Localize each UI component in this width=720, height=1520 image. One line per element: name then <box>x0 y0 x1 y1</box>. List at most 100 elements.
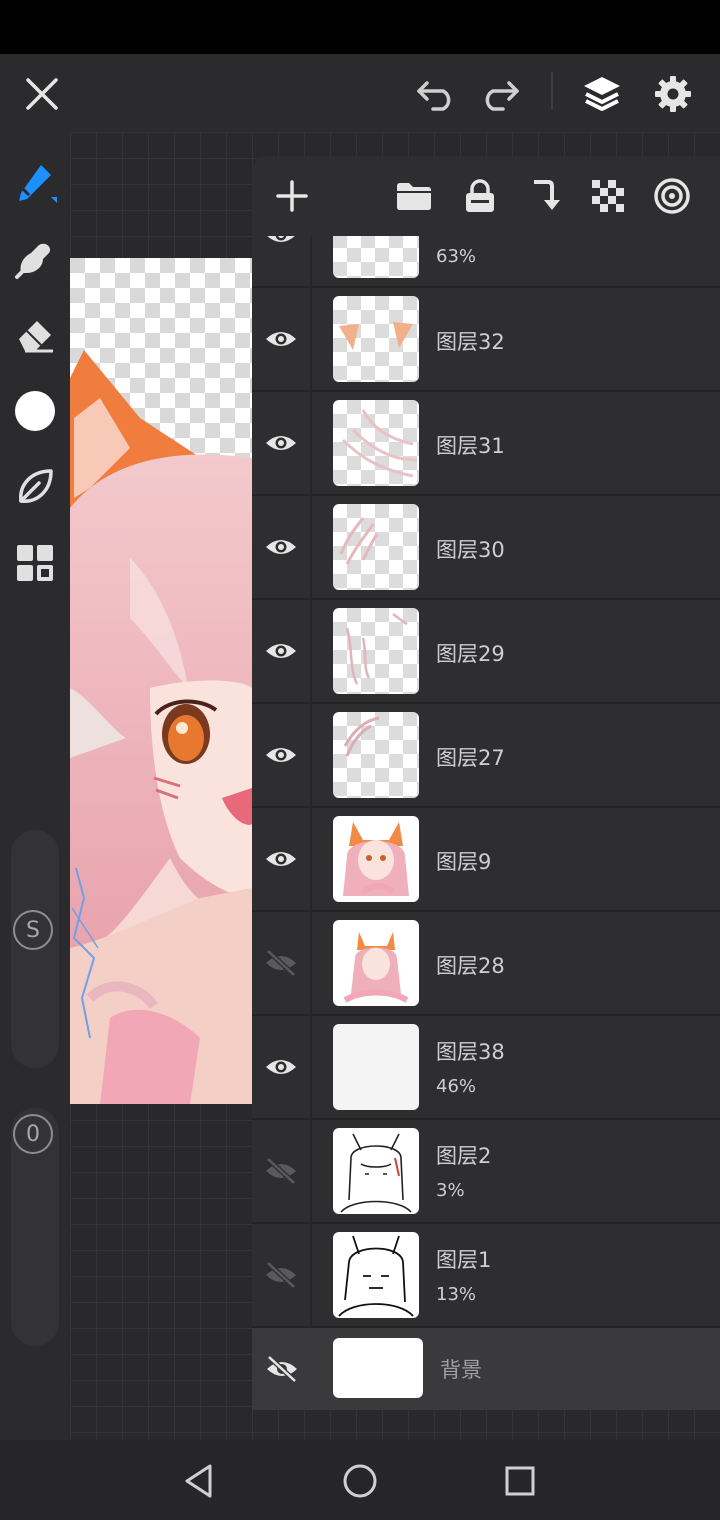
layer-row[interactable]: 图层2 3% <box>252 1120 720 1224</box>
layer-row[interactable]: 图层38 46% <box>252 1016 720 1120</box>
layer-row[interactable]: 图层30 <box>252 496 720 600</box>
eraser-tool[interactable] <box>10 310 60 360</box>
eye-icon <box>266 540 296 554</box>
eye-icon <box>266 852 296 866</box>
visibility-toggle[interactable] <box>252 1120 312 1222</box>
layers-icon <box>584 77 620 111</box>
layer-thumbnail <box>333 1024 419 1110</box>
layer-name: 背景 <box>440 1358 482 1382</box>
redo-button[interactable] <box>474 68 526 120</box>
undo-icon <box>417 81 451 111</box>
top-bar <box>0 54 720 132</box>
recents-icon <box>505 1466 535 1496</box>
layer-row[interactable]: 图层27 <box>252 704 720 808</box>
layer-row[interactable]: 63% <box>252 236 720 288</box>
liquify-tool[interactable] <box>10 462 60 512</box>
artwork-illustration <box>70 258 252 1104</box>
layer-list[interactable]: 63% 图层32 图层31 图层30 图层29 图层27 图层9 图层28 图层… <box>252 236 720 1410</box>
grid-icon <box>17 545 53 581</box>
checkerboard-icon <box>592 180 624 212</box>
close-button[interactable] <box>16 68 68 120</box>
visibility-toggle[interactable] <box>252 236 312 286</box>
layer-name: 图层29 <box>436 642 505 666</box>
smudge-tool[interactable] <box>10 234 60 284</box>
visibility-toggle[interactable] <box>252 496 312 598</box>
undo-button[interactable] <box>410 68 462 120</box>
visibility-toggle[interactable] <box>252 1328 312 1410</box>
eye-hidden-icon <box>266 949 296 977</box>
leaf-icon <box>19 469 53 503</box>
tool-sidebar: S 0 <box>0 132 70 1440</box>
visibility-toggle[interactable] <box>252 1224 312 1326</box>
brush-tool[interactable] <box>10 156 60 206</box>
color-swatch <box>15 391 55 431</box>
eraser-icon <box>19 321 53 353</box>
layer-name: 图层32 <box>436 330 505 354</box>
layer-thumbnail <box>333 920 419 1006</box>
new-folder-button[interactable] <box>388 170 440 222</box>
layer-row[interactable]: 图层1 13% <box>252 1224 720 1328</box>
visibility-toggle[interactable] <box>252 288 312 390</box>
color-picker[interactable] <box>10 386 60 436</box>
layer-row[interactable]: 图层29 <box>252 600 720 704</box>
layer-thumbnail <box>333 608 419 694</box>
layers-button[interactable] <box>576 68 628 120</box>
add-layer-button[interactable] <box>266 170 318 222</box>
blend-mode-button[interactable] <box>646 170 698 222</box>
visibility-toggle[interactable] <box>252 912 312 1014</box>
layer-opacity: 46% <box>436 1076 477 1097</box>
layer-row[interactable]: 图层31 <box>252 392 720 496</box>
layer-name: 图层38 <box>436 1040 505 1064</box>
layer-opacity: 3% <box>436 1180 465 1201</box>
eye-icon <box>266 644 296 658</box>
home-icon <box>343 1464 377 1498</box>
redo-icon <box>485 81 519 111</box>
opacity-label: 0 <box>13 1114 53 1154</box>
smudge-icon <box>15 243 51 279</box>
lock-icon <box>466 179 494 212</box>
layer-name: 图层28 <box>436 954 505 978</box>
visibility-toggle[interactable] <box>252 808 312 910</box>
recents-button[interactable] <box>497 1458 543 1504</box>
layer-name: 图层9 <box>436 850 492 874</box>
size-label: S <box>13 910 53 950</box>
eye-hidden-icon <box>266 1261 296 1289</box>
visibility-toggle[interactable] <box>252 704 312 806</box>
blend-mode-icon <box>654 178 690 214</box>
layer-row[interactable]: 图层32 <box>252 288 720 392</box>
alpha-lock-button[interactable] <box>582 170 634 222</box>
merge-down-icon <box>534 180 560 210</box>
visibility-toggle[interactable] <box>252 1016 312 1118</box>
status-bar <box>0 0 720 54</box>
layer-thumbnail <box>333 1338 423 1398</box>
plus-icon <box>276 180 308 212</box>
gallery-tool[interactable] <box>10 538 60 588</box>
eye-icon <box>266 1060 296 1074</box>
layer-opacity: 13% <box>436 1284 477 1305</box>
layer-name: 图层30 <box>436 538 505 562</box>
layer-name: 图层27 <box>436 746 505 770</box>
home-button[interactable] <box>337 1458 383 1504</box>
gear-icon <box>655 76 691 112</box>
layer-row[interactable]: 图层9 <box>252 808 720 912</box>
system-nav-bar <box>0 1440 720 1520</box>
visibility-toggle[interactable] <box>252 392 312 494</box>
eye-icon <box>267 236 295 242</box>
layer-thumbnail <box>333 504 419 590</box>
visibility-toggle[interactable] <box>252 600 312 702</box>
eye-hidden-icon <box>266 1157 296 1185</box>
eye-hidden-icon <box>267 1355 297 1383</box>
folder-icon <box>397 183 431 210</box>
settings-button[interactable] <box>647 68 699 120</box>
lock-layer-button[interactable] <box>454 170 506 222</box>
layer-panel: 63% 图层32 图层31 图层30 图层29 图层27 图层9 图层28 图层… <box>252 156 720 1410</box>
back-icon <box>185 1464 212 1498</box>
layer-row[interactable]: 图层28 <box>252 912 720 1016</box>
back-button[interactable] <box>176 1458 222 1504</box>
layer-thumbnail <box>333 236 419 278</box>
layer-thumbnail <box>333 816 419 902</box>
layer-thumbnail <box>333 712 419 798</box>
background-layer-row[interactable]: 背景 <box>252 1328 720 1410</box>
artwork-canvas[interactable] <box>70 258 252 1104</box>
merge-down-button[interactable] <box>518 170 570 222</box>
